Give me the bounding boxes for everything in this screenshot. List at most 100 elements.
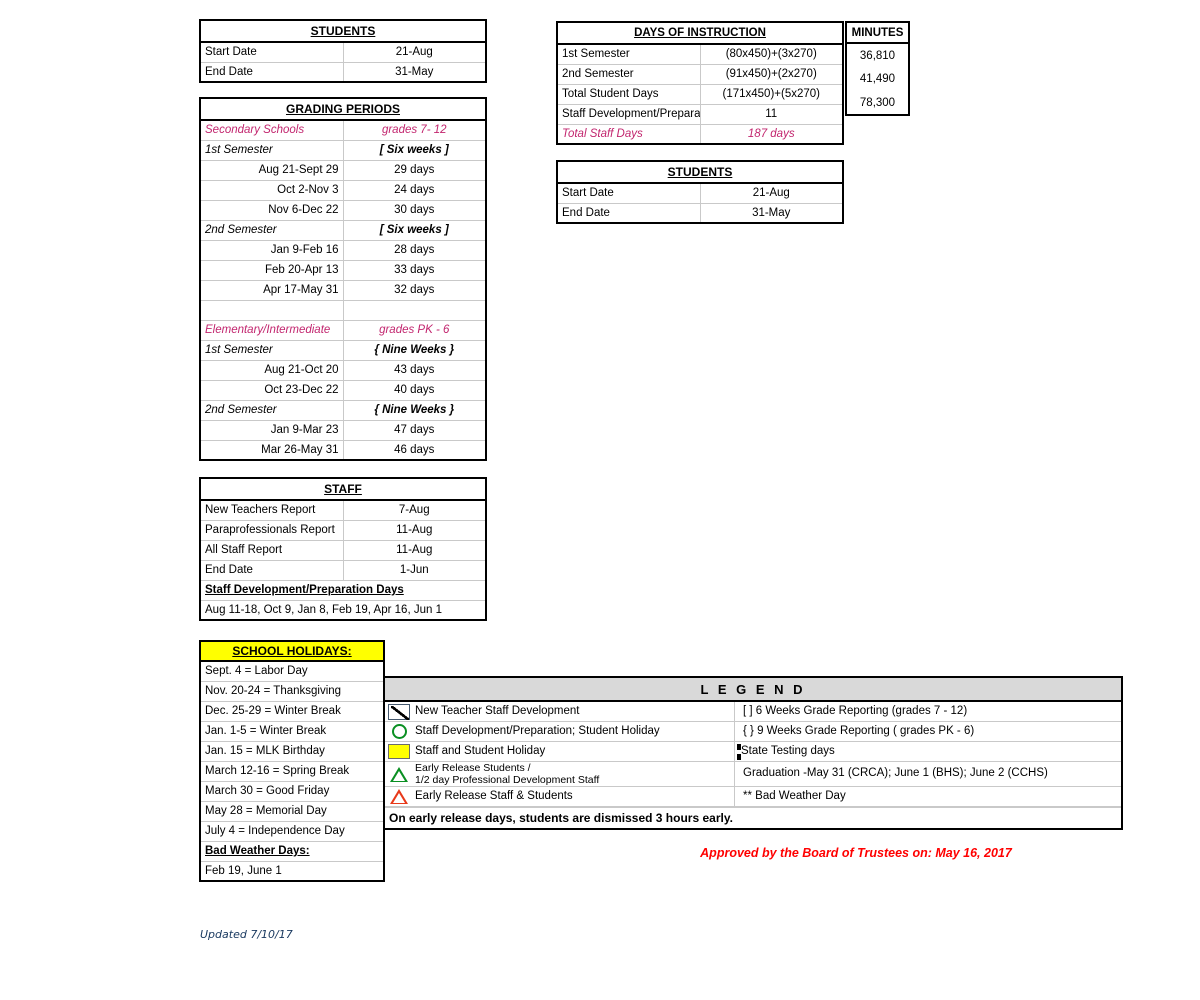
legend-row: Early Release Staff & Students ** Bad Wea… bbox=[385, 787, 1121, 808]
holiday-item-6: March 30 = Good Friday bbox=[200, 780, 384, 802]
days-value-4: 187 days bbox=[699, 123, 843, 145]
grading-periods-label-13: Oct 23-Dec 22 bbox=[200, 379, 343, 401]
table-row: Aug 21-Sept 29 29 days bbox=[200, 159, 486, 181]
table-row: Paraprofessionals Report 11-Aug bbox=[200, 519, 486, 541]
green-circle-icon bbox=[387, 723, 411, 740]
approval-note: Approved by the Board of Trustees on: Ma… bbox=[700, 846, 1012, 860]
days-value-3: 11 bbox=[699, 103, 843, 125]
grading-periods-label-2: Aug 21-Sept 29 bbox=[200, 159, 343, 181]
holiday-item-5: March 12-16 = Spring Break bbox=[200, 760, 384, 782]
red-triangle-icon bbox=[387, 788, 411, 805]
school-holidays-table: SCHOOL HOLIDAYS: Sept. 4 = Labor Day Nov.… bbox=[199, 640, 385, 882]
grading-periods-value-2: 29 days bbox=[342, 159, 486, 181]
legend-right-label-2: State Testing days bbox=[741, 744, 835, 757]
legend-left-cell: New Teacher Staff Development bbox=[385, 702, 735, 721]
grading-periods-table: GRADING PERIODS Secondary Schools grades … bbox=[199, 97, 487, 461]
grading-periods-value-4: 30 days bbox=[342, 199, 486, 221]
grading-periods-label-15: Jan 9-Mar 23 bbox=[200, 419, 343, 441]
students-table-right: STUDENTS Start Date 21-Aug End Date 31-M… bbox=[556, 160, 844, 224]
staff-label-2: All Staff Report bbox=[200, 539, 343, 561]
staff-body: STAFF New Teachers Report 7-Aug Paraprof… bbox=[200, 478, 486, 621]
yellow-square-icon bbox=[387, 743, 411, 760]
days-of-instruction-table: DAYS OF INSTRUCTION 1st Semester (80x450)… bbox=[556, 21, 844, 145]
legend-right-label-4: ** Bad Weather Day bbox=[743, 790, 846, 803]
grading-periods-label-1: 1st Semester bbox=[200, 139, 343, 161]
table-row: Staff Development/Preparation Days bbox=[200, 579, 486, 601]
legend-right-cell: Graduation -May 31 (CRCA); June 1 (BHS);… bbox=[735, 762, 1121, 786]
school-holidays-header-row: SCHOOL HOLIDAYS: bbox=[200, 641, 384, 662]
students-right-label-0: Start Date bbox=[557, 182, 700, 204]
table-row: Total Staff Days 187 days bbox=[557, 123, 843, 145]
table-row: New Teachers Report 7-Aug bbox=[200, 499, 486, 521]
table-row: Staff Development/Preparation11 bbox=[557, 103, 843, 125]
table-row: 78,300 bbox=[846, 91, 909, 115]
table-row: Aug 11-18, Oct 9, Jan 8, Feb 19, Apr 16,… bbox=[200, 599, 486, 621]
table-row: 41,490 bbox=[846, 67, 909, 91]
table-row: Apr 17-May 31 32 days bbox=[200, 279, 486, 301]
legend-left-label-4: Early Release Staff & Students bbox=[415, 790, 573, 803]
students-right-title: STUDENTS bbox=[557, 161, 843, 184]
staff-value-3: 1-Jun bbox=[342, 559, 486, 581]
table-row: Oct 23-Dec 22 40 days bbox=[200, 379, 486, 401]
table-row: 1st Semester{ Nine Weeks } bbox=[200, 339, 486, 361]
students-left-label-0: Start Date bbox=[200, 41, 343, 63]
days-label-3: Staff Development/Preparation bbox=[557, 103, 700, 125]
holiday-item-3: Jan. 1-5 = Winter Break bbox=[200, 720, 384, 742]
table-row: Start Date 21-Aug bbox=[557, 182, 843, 204]
grading-periods-value-10: grades PK - 6 bbox=[342, 319, 486, 341]
legend-left-label-1: Staff Development/Preparation; Student H… bbox=[415, 724, 660, 737]
students-left-title: STUDENTS bbox=[200, 20, 486, 43]
minutes-value-0: 36,810 bbox=[859, 49, 896, 62]
grading-periods-value-6: 28 days bbox=[342, 239, 486, 261]
staff-header-row: STAFF bbox=[200, 478, 486, 501]
days-of-instruction-title: DAYS OF INSTRUCTION bbox=[557, 22, 843, 45]
legend-right-label-1: { } 9 Weeks Grade Reporting ( grades PK … bbox=[743, 724, 975, 737]
minutes-title: MINUTES bbox=[846, 22, 909, 44]
grading-periods-value-5: [ Six weeks ] bbox=[342, 219, 486, 241]
staff-table: STAFF New Teachers Report 7-Aug Paraprof… bbox=[199, 477, 487, 621]
table-row: Elementary/Intermediate grades PK - 6 bbox=[200, 319, 486, 341]
staff-value-0: 7-Aug bbox=[342, 499, 486, 521]
list-item: Jan. 15 = MLK Birthday bbox=[200, 740, 384, 762]
students-left-value-0: 21-Aug bbox=[342, 41, 486, 63]
legend-left-label-0: New Teacher Staff Development bbox=[415, 704, 580, 717]
grading-periods-value-9 bbox=[342, 299, 486, 321]
holiday-item-1: Nov. 20-24 = Thanksgiving bbox=[200, 680, 384, 702]
staff-value-1: 11-Aug bbox=[342, 519, 486, 541]
grading-periods-value-12: 43 days bbox=[342, 359, 486, 381]
grading-periods-label-4: Nov 6-Dec 22 bbox=[200, 199, 343, 221]
table-row: Total Student Days (171x450)+(5x270) bbox=[557, 83, 843, 105]
staff-label-0: New Teachers Report bbox=[200, 499, 343, 521]
list-item: May 28 = Memorial Day bbox=[200, 800, 384, 822]
grading-periods-label-16: Mar 26-May 31 bbox=[200, 439, 343, 461]
holiday-item-8: July 4 = Independence Day bbox=[200, 820, 384, 842]
table-row: Aug 21-Oct 20 43 days bbox=[200, 359, 486, 381]
minutes-body: MINUTES 36,810 41,490 78,300 bbox=[846, 22, 909, 115]
days-label-0: 1st Semester bbox=[557, 43, 700, 65]
grading-periods-value-8: 32 days bbox=[342, 279, 486, 301]
holiday-item-2: Dec. 25-29 = Winter Break bbox=[200, 700, 384, 722]
legend-row: New Teacher Staff Development [ ] 6 Weeks… bbox=[385, 702, 1121, 722]
legend-row: Staff and Student Holiday State Testing d… bbox=[385, 742, 1121, 762]
bad-weather-heading: Bad Weather Days: bbox=[200, 840, 384, 862]
table-row: 2nd Semester (91x450)+(2x270) bbox=[557, 63, 843, 85]
legend-left-label-3-line2: 1/2 day Professional Development Staff bbox=[415, 774, 600, 787]
staff-label-1: Paraprofessionals Report bbox=[200, 519, 343, 541]
students-right-value-1: 31-May bbox=[699, 202, 843, 224]
students-right-label-1: End Date bbox=[557, 202, 700, 224]
table-row: Jan 9-Feb 16 28 days bbox=[200, 239, 486, 261]
days-of-instruction-body: DAYS OF INSTRUCTION 1st Semester (80x450)… bbox=[557, 22, 843, 145]
table-row: All Staff Report 11-Aug bbox=[200, 539, 486, 561]
students-left-value-1: 31-May bbox=[342, 61, 486, 83]
legend-right-cell: State Testing days bbox=[735, 742, 1121, 761]
table-row: End Date 31-May bbox=[557, 202, 843, 224]
table-row: End Date 31-May bbox=[200, 61, 486, 83]
grading-periods-label-6: Jan 9-Feb 16 bbox=[200, 239, 343, 261]
list-item: March 30 = Good Friday bbox=[200, 780, 384, 802]
students-right-header-row: STUDENTS bbox=[557, 161, 843, 184]
days-label-2: Total Student Days bbox=[557, 83, 700, 105]
staff-value-2: 11-Aug bbox=[342, 539, 486, 561]
table-row bbox=[200, 299, 486, 321]
grading-periods-label-8: Apr 17-May 31 bbox=[200, 279, 343, 301]
list-item: Feb 19, June 1 bbox=[200, 860, 384, 882]
